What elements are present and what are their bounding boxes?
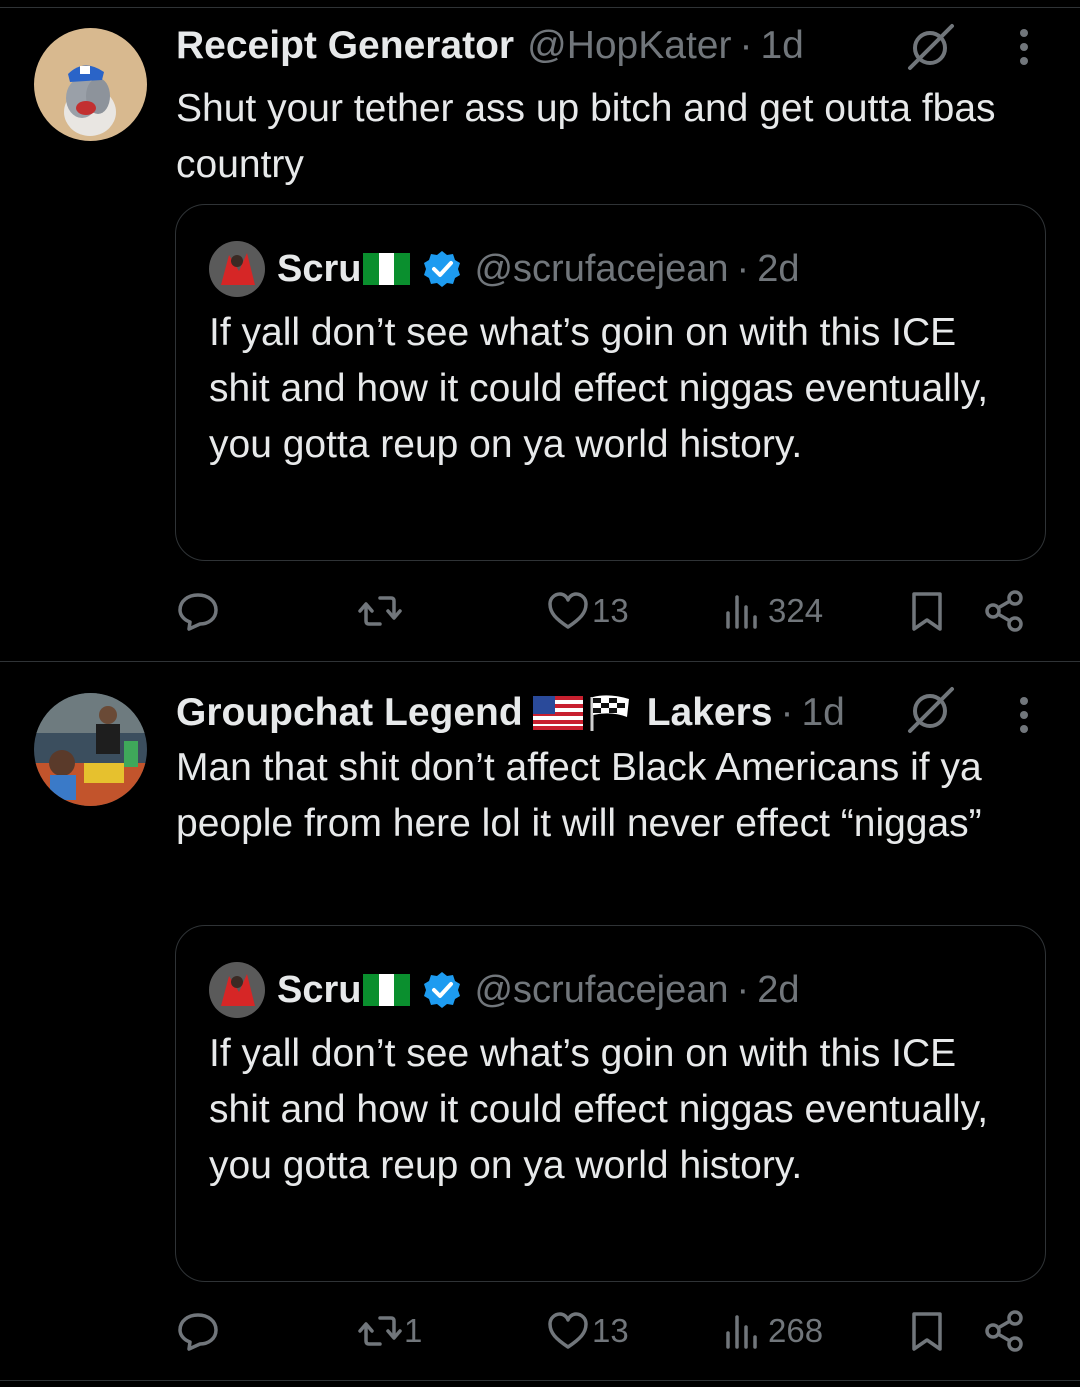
quote-avatar (209, 962, 265, 1018)
grok-icon[interactable] (904, 22, 956, 74)
avatar[interactable] (34, 693, 147, 806)
quote-timestamp: 2d (757, 247, 800, 290)
quote-header: Scru @scrufacejean · 2d (209, 962, 799, 1018)
author-name-suffix[interactable]: Lakers (647, 691, 773, 735)
author-handle[interactable]: @HopKater (527, 24, 731, 68)
author-name[interactable]: Groupchat Legend (176, 691, 523, 735)
bookmark-button[interactable] (905, 1303, 949, 1359)
quote-text: If yall don’t see what’s goin on with th… (209, 1032, 989, 1187)
views-count: 324 (768, 592, 824, 629)
bookmark-button[interactable] (905, 583, 949, 639)
quote-author-handle: @scrufacejean (474, 968, 729, 1011)
views-button[interactable]: 268 (722, 1303, 823, 1359)
grok-icon[interactable] (904, 685, 956, 737)
like-count: 13 (592, 592, 629, 629)
repost-icon (358, 596, 402, 626)
us-flag-icon (532, 696, 583, 730)
verified-badge-icon (424, 251, 461, 287)
like-button[interactable]: 13 (546, 1303, 629, 1359)
separator: · (780, 691, 794, 734)
quote-header: Scru @scrufacejean · 2d (209, 241, 799, 297)
quoted-tweet[interactable]: Scru @scrufacejean · 2d If yall don’t se… (175, 204, 1046, 561)
avatar[interactable] (34, 28, 147, 141)
separator: · (739, 24, 753, 67)
repost-icon (358, 1316, 402, 1346)
tweet-text: Shut your tether ass up bitch and get ou… (176, 87, 996, 186)
reply-button[interactable] (176, 583, 222, 639)
tweet-header: Groupchat Legend Lakers · 1d (176, 683, 845, 743)
share-button[interactable] (983, 583, 1027, 639)
repost-button[interactable] (358, 583, 404, 639)
like-icon (548, 592, 588, 629)
like-button[interactable]: 13 (546, 583, 629, 639)
quote-author-handle: @scrufacejean (474, 247, 729, 290)
tweet-text: Man that shit don’t affect Black America… (176, 746, 982, 845)
checkered-flag-icon (590, 695, 629, 731)
nigeria-flag-icon (363, 253, 411, 285)
bookmark-icon (912, 592, 942, 631)
quote-author-name: Scru (277, 247, 362, 290)
repost-count: 1 (404, 1312, 423, 1349)
reply-icon (178, 1313, 218, 1351)
quote-avatar (209, 241, 265, 297)
share-button[interactable] (983, 1303, 1027, 1359)
reply-button[interactable] (176, 1303, 222, 1359)
views-count: 268 (768, 1312, 824, 1349)
views-icon (726, 1315, 757, 1349)
tweet[interactable]: Groupchat Legend Lakers · 1d Man that sh… (0, 663, 1080, 1381)
reply-icon (178, 593, 218, 631)
quote-timestamp: 2d (757, 968, 800, 1011)
more-icon[interactable] (1010, 22, 1038, 72)
author-name[interactable]: Receipt Generator (176, 24, 514, 68)
repost-button[interactable]: 1 (358, 1303, 422, 1359)
verified-badge-icon (424, 972, 461, 1008)
tweet-header: Receipt Generator @HopKater · 1d (176, 16, 804, 76)
action-bar: 1 13 268 (0, 1303, 1080, 1359)
quoted-tweet[interactable]: Scru @scrufacejean · 2d If yall don’t se… (175, 925, 1046, 1282)
bookmark-icon (912, 1312, 942, 1351)
like-count: 13 (592, 1312, 629, 1349)
more-icon[interactable] (1010, 690, 1038, 740)
share-icon (985, 1310, 1023, 1352)
quote-text: If yall don’t see what’s goin on with th… (209, 311, 989, 466)
action-bar: 13 324 (0, 583, 1080, 639)
views-button[interactable]: 324 (722, 583, 823, 639)
share-icon (985, 590, 1023, 632)
separator: · (736, 968, 750, 1011)
quote-author-name: Scru (277, 968, 362, 1011)
tweet[interactable]: Receipt Generator @HopKater · 1d Shut yo… (0, 8, 1080, 662)
timestamp[interactable]: 1d (801, 691, 844, 735)
like-icon (548, 1312, 588, 1349)
separator: · (736, 247, 750, 290)
name-emoji-flags (532, 693, 633, 733)
nigeria-flag-icon (363, 974, 411, 1006)
timestamp[interactable]: 1d (760, 24, 803, 68)
views-icon (726, 595, 757, 629)
